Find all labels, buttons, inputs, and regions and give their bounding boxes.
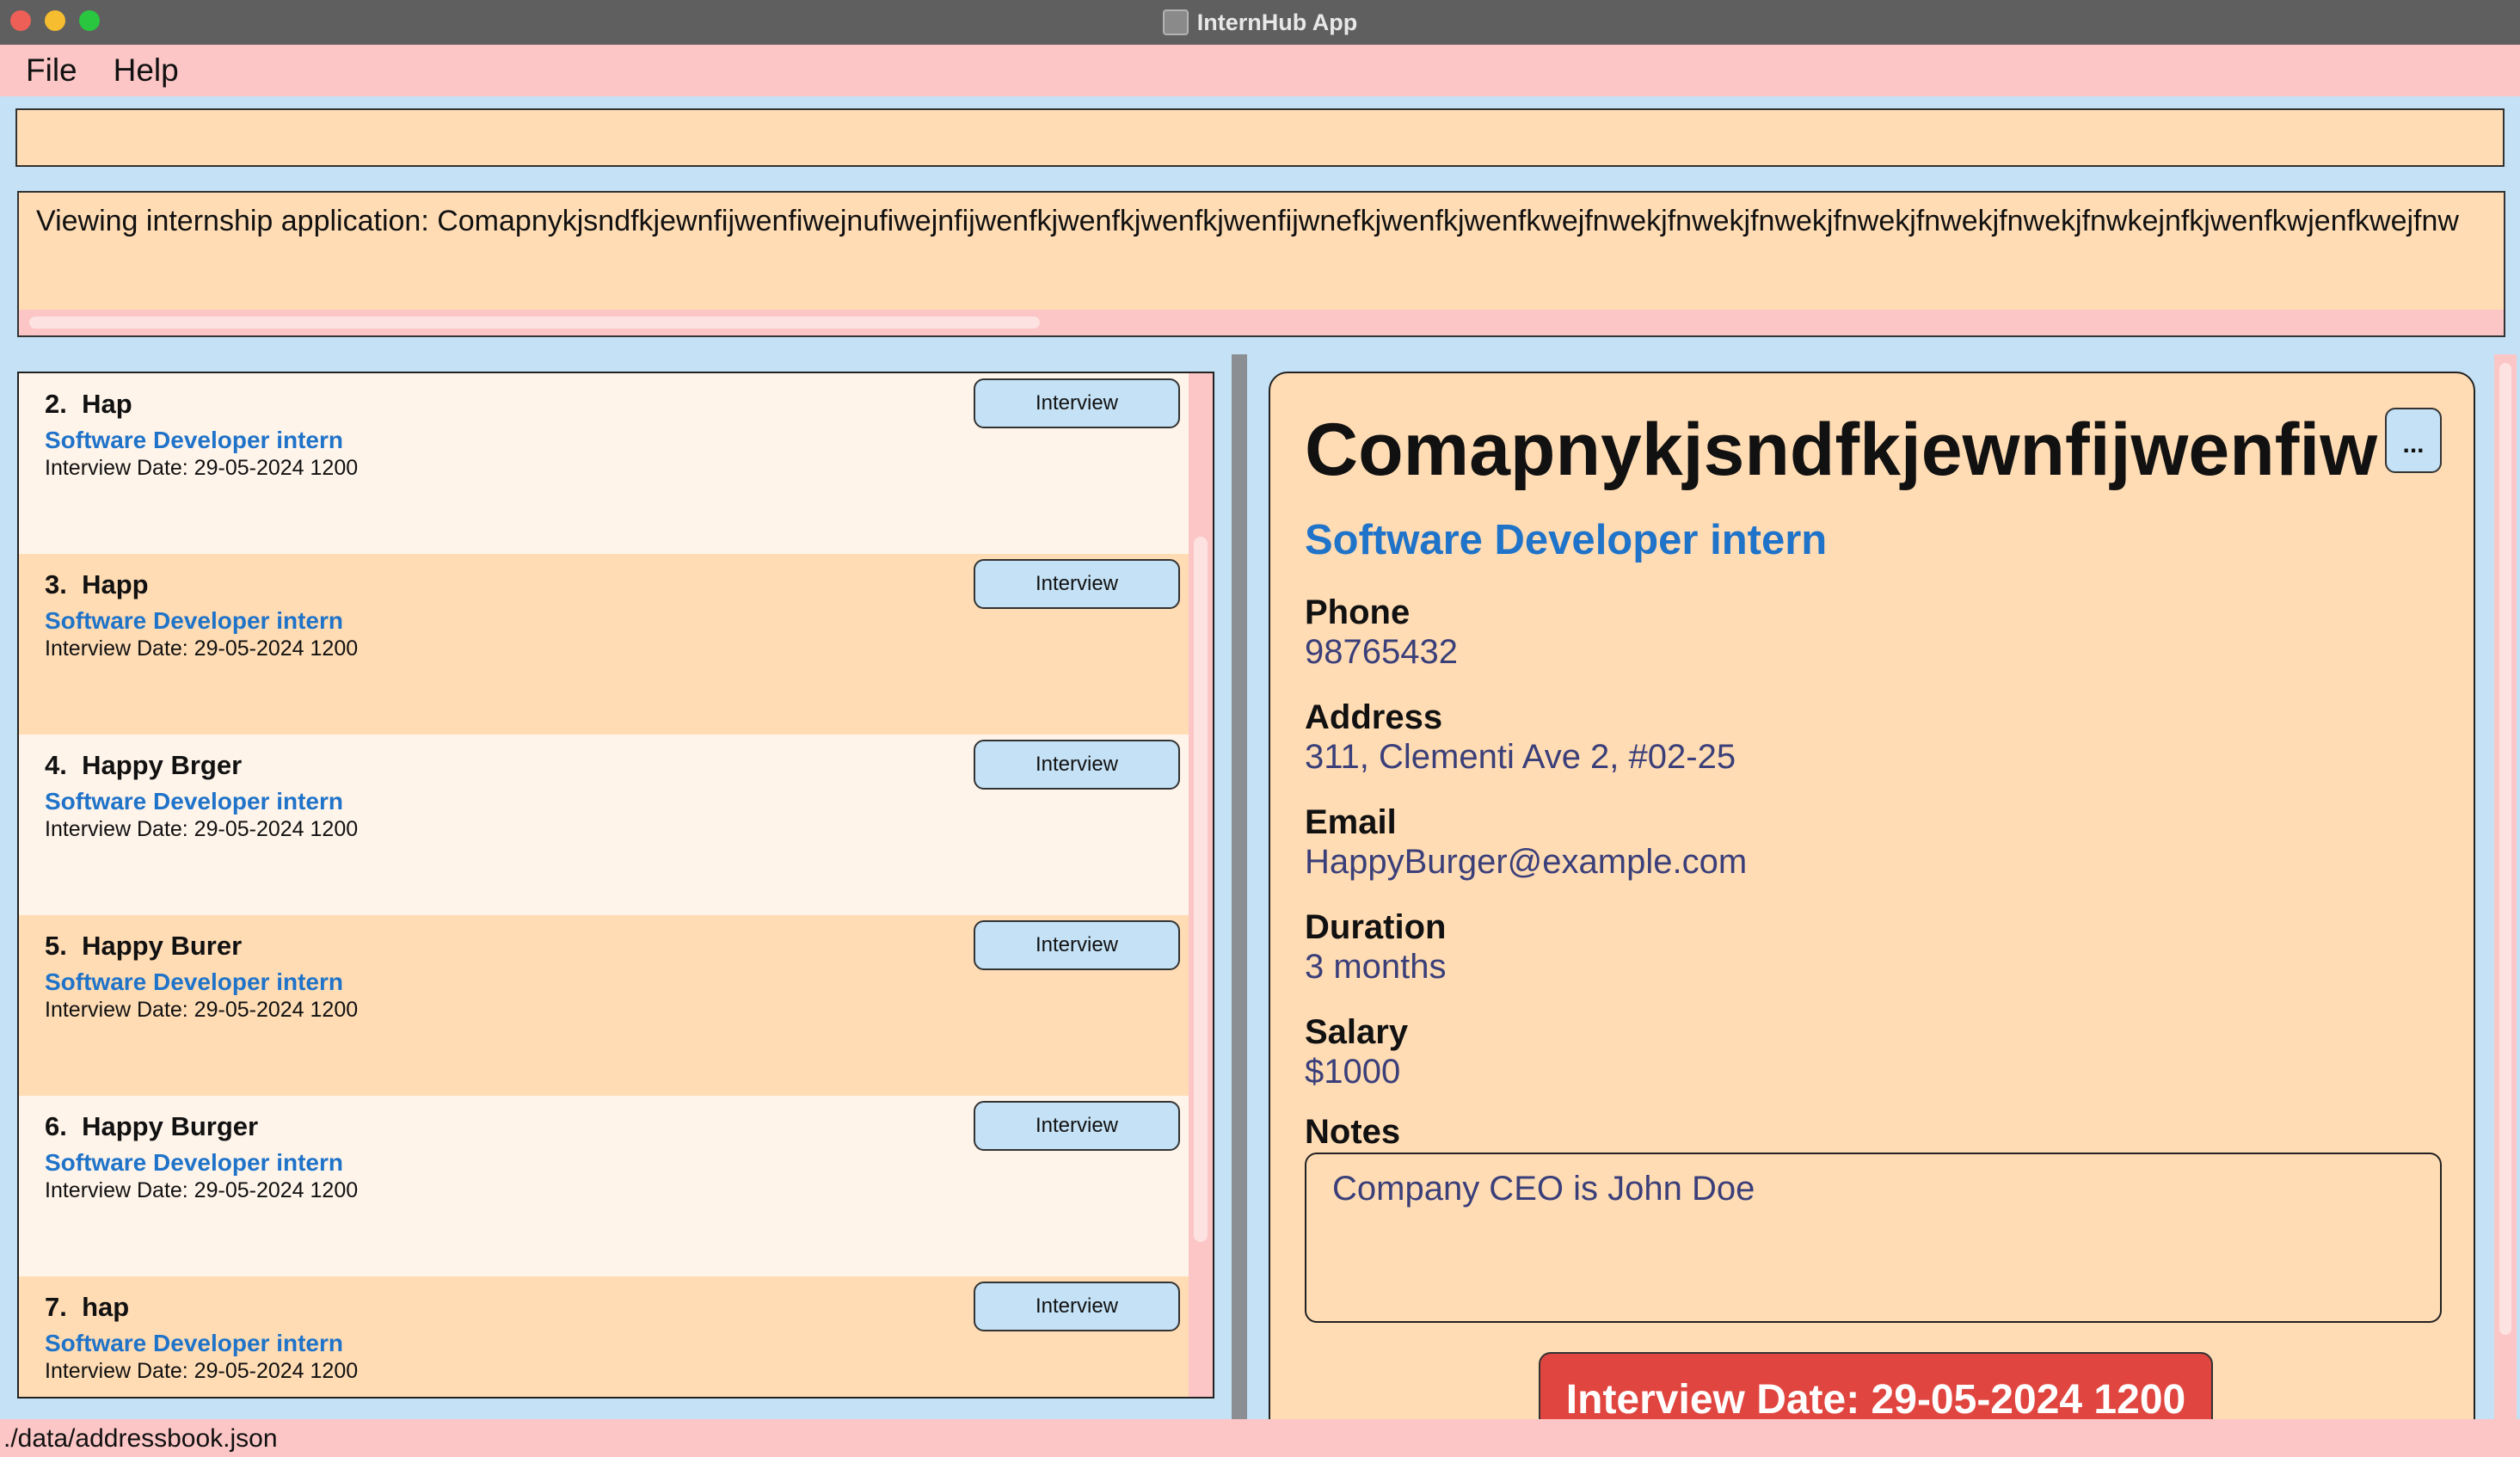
notes-label: Notes xyxy=(1305,1113,1401,1151)
status-badge: Interview xyxy=(974,559,1180,609)
result-scroll-thumb[interactable] xyxy=(29,317,1040,329)
detail-panel: Comapnykjsndfkjewnfijwenfiw ... Software… xyxy=(1269,372,2475,1438)
list-item-role: Software Developer intern xyxy=(45,1330,343,1356)
list-scrollbar[interactable] xyxy=(1189,373,1213,1397)
list-item-interview-date: Interview Date: 29-05-2024 1200 xyxy=(45,998,359,1022)
list-item-role: Software Developer intern xyxy=(45,427,343,453)
list-item-title: 4. Happy Brger xyxy=(45,750,243,780)
list-item-interview-date: Interview Date: 29-05-2024 1200 xyxy=(45,817,359,841)
list-item-title: 7. hap xyxy=(45,1292,130,1322)
notes-text: Company CEO is John Doe xyxy=(1332,1170,1755,1208)
list-item[interactable]: 5. Happy Burer Software Developer intern… xyxy=(19,915,1189,1096)
list-item-interview-date: Interview Date: 29-05-2024 1200 xyxy=(45,636,359,661)
notes-field[interactable]: Company CEO is John Doe xyxy=(1305,1153,2442,1323)
email-label: Email xyxy=(1305,803,1397,841)
result-horizontal-scrollbar[interactable] xyxy=(19,310,2504,335)
duration-value: 3 months xyxy=(1305,948,1447,986)
detail-scrollbar[interactable] xyxy=(2494,354,2517,1421)
save-file-path: ./data/addressbook.json xyxy=(3,1424,278,1453)
detail-company-name: Comapnykjsndfkjewnfijwenfiw xyxy=(1305,409,2378,491)
list-item-interview-date: Interview Date: 29-05-2024 1200 xyxy=(45,1359,359,1383)
command-input[interactable] xyxy=(15,108,2505,167)
status-badge: Interview xyxy=(974,920,1180,970)
more-options-button[interactable]: ... xyxy=(2385,408,2442,473)
status-bar: ./data/addressbook.json xyxy=(0,1419,2520,1457)
list-item[interactable]: 2. Hap Software Developer intern Intervi… xyxy=(19,373,1189,554)
list-item[interactable]: 7. hap Software Developer intern Intervi… xyxy=(19,1276,1189,1397)
duration-label: Duration xyxy=(1305,908,1447,946)
list-item-role: Software Developer intern xyxy=(45,607,343,634)
detail-role: Software Developer intern xyxy=(1305,517,1828,563)
salary-label: Salary xyxy=(1305,1013,1409,1051)
salary-value: $1000 xyxy=(1305,1053,1401,1091)
list-item[interactable]: 6. Happy Burger Software Developer inter… xyxy=(19,1096,1189,1276)
panel-divider[interactable] xyxy=(1232,354,1247,1419)
list-item-title: 6. Happy Burger xyxy=(45,1111,259,1141)
list-item-interview-date: Interview Date: 29-05-2024 1200 xyxy=(45,456,359,480)
phone-value: 98765432 xyxy=(1305,633,1458,671)
detail-scroll-thumb[interactable] xyxy=(2499,363,2511,1335)
address-label: Address xyxy=(1305,698,1443,736)
phone-label: Phone xyxy=(1305,593,1411,631)
list-item-role: Software Developer intern xyxy=(45,968,343,995)
app-icon xyxy=(1162,9,1189,35)
list-scroll-thumb[interactable] xyxy=(1194,537,1208,1242)
list-item-title: 3. Happ xyxy=(45,569,149,599)
menu-file[interactable]: File xyxy=(26,52,77,89)
result-display: Viewing internship application: Comapnyk… xyxy=(17,191,2505,337)
address-value: 311, Clementi Ave 2, #02-25 xyxy=(1305,738,1736,776)
status-badge: Interview xyxy=(974,1101,1180,1151)
list-item-title: 2. Hap xyxy=(45,389,132,419)
list-item[interactable]: 4. Happy Brger Software Developer intern… xyxy=(19,735,1189,915)
status-badge: Interview xyxy=(974,1282,1180,1331)
status-badge: Interview xyxy=(974,378,1180,428)
menu-help[interactable]: Help xyxy=(114,52,179,89)
result-message: Viewing internship application: Comapnyk… xyxy=(36,205,2459,237)
internship-list-panel: 2. Hap Software Developer intern Intervi… xyxy=(17,372,1214,1399)
menu-bar: File Help xyxy=(0,45,2520,96)
title-bar: InternHub App xyxy=(0,0,2520,45)
window-title: InternHub App xyxy=(1196,9,1358,35)
email-value: HappyBurger@example.com xyxy=(1305,843,1748,881)
title-wrap: InternHub App xyxy=(0,0,2520,45)
list-item[interactable]: 3. Happ Software Developer intern Interv… xyxy=(19,554,1189,735)
status-badge: Interview xyxy=(974,740,1180,790)
list-item-role: Software Developer intern xyxy=(45,788,343,815)
list-item-role: Software Developer intern xyxy=(45,1149,343,1176)
list-item-interview-date: Interview Date: 29-05-2024 1200 xyxy=(45,1178,359,1202)
list-item-title: 5. Happy Burer xyxy=(45,931,243,961)
